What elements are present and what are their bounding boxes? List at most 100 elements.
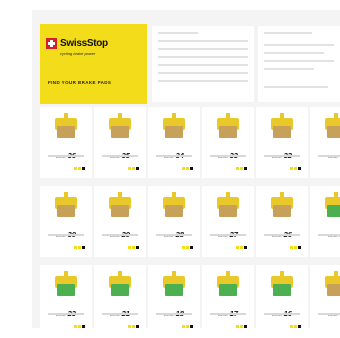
compatibility-dot bbox=[128, 325, 131, 328]
panel-text-line bbox=[264, 32, 312, 34]
brake-pad-image bbox=[51, 191, 81, 221]
compatibility-dot bbox=[290, 246, 293, 249]
pad-subtitle-line bbox=[102, 234, 138, 236]
pad-card[interactable]: DISC35 bbox=[94, 107, 146, 178]
pad-subtitle-line bbox=[318, 234, 340, 236]
compatibility-dot bbox=[290, 167, 293, 170]
pad-card[interactable]: DISC32 bbox=[256, 107, 308, 178]
pad-subtitle-line bbox=[48, 313, 84, 315]
compatibility-dots bbox=[182, 167, 193, 170]
compatibility-dot bbox=[298, 325, 301, 328]
pad-card[interactable]: DISC21 bbox=[94, 265, 146, 328]
pad-card[interactable]: DISC33 bbox=[202, 107, 254, 178]
pad-subtitle-line bbox=[210, 313, 246, 315]
compatibility-dot bbox=[136, 167, 139, 170]
brand-panel: SwissStop cycling brake power FIND YOUR … bbox=[40, 24, 147, 104]
compatibility-dot bbox=[136, 246, 139, 249]
panel-text-line bbox=[264, 52, 324, 54]
brake-pad-image bbox=[51, 270, 81, 300]
pad-code: DISC29 bbox=[94, 224, 146, 242]
panel-text-line bbox=[158, 72, 248, 74]
pad-card[interactable]: DISC34 bbox=[148, 107, 200, 178]
pad-card[interactable]: DISC23 bbox=[40, 265, 92, 328]
brake-pad-image bbox=[105, 270, 135, 300]
compatibility-dots bbox=[74, 167, 85, 170]
find-pads-heading: FIND YOUR BRAKE PADS bbox=[48, 80, 112, 85]
compatibility-dot bbox=[74, 167, 77, 170]
brake-pad-chart: SwissStop cycling brake power FIND YOUR … bbox=[32, 10, 340, 328]
compatibility-dot bbox=[132, 167, 135, 170]
compatibility-dot bbox=[290, 325, 293, 328]
brake-pad-image bbox=[159, 112, 189, 142]
pad-subtitle-line bbox=[102, 313, 138, 315]
pad-subtitle-line bbox=[318, 155, 340, 157]
pad-subtitle-line bbox=[156, 234, 192, 236]
pad-card[interactable]: DISC28 bbox=[148, 186, 200, 257]
pad-subtitle-line bbox=[156, 155, 192, 157]
pad-card[interactable]: DISC3 bbox=[310, 107, 340, 178]
compatibility-dot bbox=[74, 325, 77, 328]
pad-code: DISC1 bbox=[310, 303, 340, 321]
pad-card[interactable]: DISC1 bbox=[310, 265, 340, 328]
compatibility-dots bbox=[290, 246, 301, 249]
compatibility-dot bbox=[132, 325, 135, 328]
compatibility-dot bbox=[236, 167, 239, 170]
pad-code: DISC26 bbox=[256, 224, 308, 242]
compatibility-dot bbox=[182, 167, 185, 170]
panel-text-line bbox=[158, 48, 248, 50]
pad-code: DISC35 bbox=[94, 145, 146, 163]
compatibility-dots bbox=[74, 246, 85, 249]
compatibility-dot bbox=[82, 246, 85, 249]
pad-card[interactable]: DISC26 bbox=[256, 186, 308, 257]
pad-code: DISC32 bbox=[256, 145, 308, 163]
compatibility-dot bbox=[82, 167, 85, 170]
pad-subtitle-line bbox=[156, 313, 192, 315]
compatibility-dots bbox=[74, 325, 85, 328]
pad-code: DISC33 bbox=[202, 145, 254, 163]
pad-card[interactable]: DISC36 bbox=[40, 107, 92, 178]
compatibility-dot bbox=[182, 246, 185, 249]
brand-tagline: cycling brake power bbox=[60, 51, 96, 56]
pad-card[interactable]: DISC27 bbox=[202, 186, 254, 257]
compatibility-dot bbox=[78, 325, 81, 328]
pad-subtitle-line bbox=[318, 313, 340, 315]
compatibility-dots bbox=[290, 167, 301, 170]
pad-code: DISC18 bbox=[148, 303, 200, 321]
panel-text-line bbox=[158, 64, 248, 66]
compatibility-dot bbox=[244, 325, 247, 328]
pad-card[interactable]: DISC18 bbox=[148, 265, 200, 328]
compatibility-dots bbox=[236, 246, 247, 249]
brake-pad-image bbox=[267, 191, 297, 221]
brake-pad-image bbox=[321, 112, 340, 142]
panel-text-line bbox=[158, 56, 248, 58]
compatibility-dot bbox=[128, 246, 131, 249]
compatibility-dot bbox=[298, 167, 301, 170]
compatibility-dot bbox=[294, 325, 297, 328]
compatibility-dot bbox=[74, 246, 77, 249]
pad-subtitle-line bbox=[102, 155, 138, 157]
pad-code: DISC36 bbox=[40, 145, 92, 163]
pad-card[interactable]: DISC17 bbox=[202, 265, 254, 328]
compatibility-dot bbox=[244, 167, 247, 170]
pad-card[interactable]: DISC2 bbox=[310, 186, 340, 257]
panel-text-line bbox=[264, 44, 334, 46]
compatibility-dots bbox=[128, 167, 139, 170]
compatibility-dot bbox=[132, 246, 135, 249]
brake-pad-image bbox=[321, 270, 340, 300]
pad-subtitle-line bbox=[210, 234, 246, 236]
pad-code: DISC34 bbox=[148, 145, 200, 163]
pad-code: DISC17 bbox=[202, 303, 254, 321]
pad-card[interactable]: DISC16 bbox=[256, 265, 308, 328]
panel-text-line bbox=[158, 80, 248, 82]
compatibility-dot bbox=[186, 325, 189, 328]
compatibility-dot bbox=[190, 246, 193, 249]
brake-pad-image bbox=[105, 191, 135, 221]
pad-subtitle-line bbox=[264, 234, 300, 236]
brake-pad-image bbox=[267, 112, 297, 142]
compatibility-dot bbox=[236, 325, 239, 328]
pad-card[interactable]: DISC30 bbox=[40, 186, 92, 257]
compatibility-dots bbox=[290, 325, 301, 328]
pad-card[interactable]: DISC29 bbox=[94, 186, 146, 257]
brake-pad-image bbox=[213, 270, 243, 300]
swiss-cross-icon bbox=[46, 37, 57, 49]
